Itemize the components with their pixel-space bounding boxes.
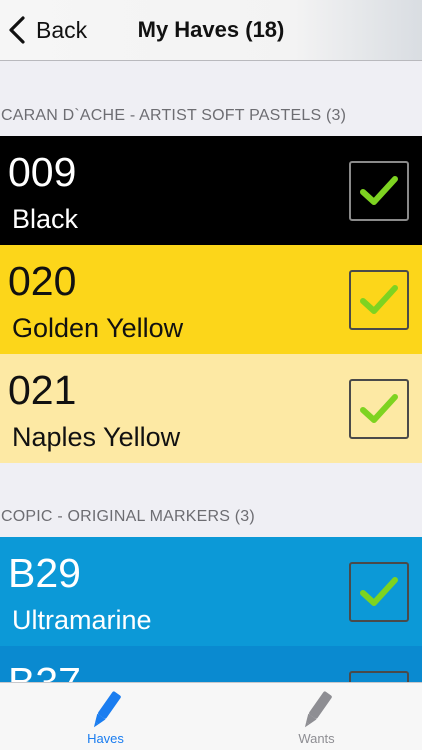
- tab-wants[interactable]: Wants: [211, 683, 422, 750]
- list-item[interactable]: 020 Golden Yellow: [0, 245, 422, 354]
- tab-label: Haves: [87, 731, 124, 746]
- nav-bar: Back My Haves (18): [0, 0, 422, 61]
- checkmark-icon: [360, 577, 398, 606]
- have-checkbox[interactable]: [349, 161, 409, 221]
- list-item[interactable]: B37: [0, 646, 422, 682]
- have-checkbox[interactable]: [349, 562, 409, 622]
- list-item[interactable]: B29 Ultramarine: [0, 537, 422, 646]
- section-header: COPIC - ORIGINAL MARKERS (3): [1, 508, 255, 525]
- page-title: My Haves (18): [137, 17, 285, 42]
- color-name: Black: [12, 204, 79, 234]
- list-item[interactable]: 009 Black: [0, 136, 422, 245]
- list-item[interactable]: 021 Naples Yellow: [0, 354, 422, 463]
- color-name: Golden Yellow: [12, 313, 184, 343]
- marker-icon: [304, 691, 332, 728]
- tab-haves[interactable]: Haves: [0, 683, 211, 750]
- tab-label: Wants: [298, 731, 335, 746]
- section-header: CARAN D`ACHE - ARTIST SOFT PASTELS (3): [1, 107, 347, 124]
- color-code: 021: [8, 367, 77, 413]
- color-name: Ultramarine: [12, 605, 152, 635]
- color-code: 009: [8, 149, 77, 195]
- color-code: B29: [8, 550, 81, 596]
- color-code: 020: [8, 258, 77, 304]
- checkmark-icon: [360, 285, 398, 314]
- checkmark-icon: [360, 176, 398, 205]
- haves-list[interactable]: CARAN D`ACHE - ARTIST SOFT PASTELS (3) 0…: [0, 62, 422, 682]
- checkmark-icon: [360, 394, 398, 423]
- have-checkbox[interactable]: [349, 671, 409, 682]
- marker-icon: [93, 691, 121, 728]
- color-code: B37: [8, 659, 81, 682]
- tab-bar: Haves Wants: [0, 682, 422, 750]
- have-checkbox[interactable]: [349, 379, 409, 439]
- color-name: Naples Yellow: [12, 422, 181, 452]
- have-checkbox[interactable]: [349, 270, 409, 330]
